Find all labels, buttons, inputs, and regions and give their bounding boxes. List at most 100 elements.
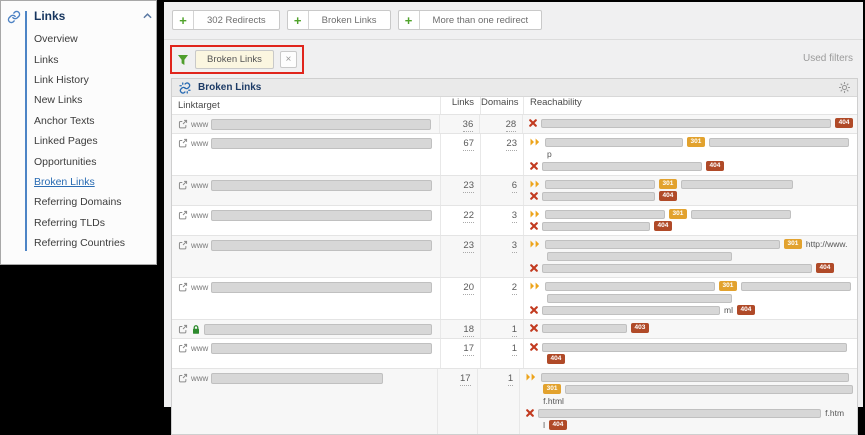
redacted-url-bar — [211, 119, 432, 130]
redirect-icon — [530, 138, 541, 146]
sidebar: Links Overview Links Link History New Links… — [0, 0, 157, 265]
reachability-line: f.htm — [526, 408, 853, 419]
active-filter-chip[interactable]: Broken Links — [195, 50, 274, 69]
reachability-line: l 404 — [543, 420, 853, 431]
external-link-icon[interactable] — [178, 180, 188, 190]
status-badge: 301 — [543, 384, 561, 394]
redacted-url-bar — [542, 342, 847, 352]
links-count[interactable]: 22 — [463, 210, 474, 223]
add-filter-button[interactable]: + More than one redirect — [397, 10, 543, 30]
domains-count[interactable]: 1 — [507, 373, 514, 386]
reachability-line: 404 — [530, 161, 853, 172]
redacted-url-bar — [545, 239, 780, 249]
table-row: www 17 1 301 f.html f.htm l 404 — [172, 368, 857, 434]
url-prefix: www — [191, 139, 209, 148]
sidebar-item-referring-domains[interactable]: Referring Domains — [34, 192, 154, 212]
external-link-icon[interactable] — [178, 324, 188, 334]
links-cell: 23 — [440, 236, 480, 277]
sidebar-item-links[interactable]: Links — [34, 49, 154, 69]
sidebar-item-referring-tlds[interactable]: Referring TLDs — [34, 213, 154, 233]
url-text-fragment: f.htm — [825, 408, 845, 418]
sidebar-item-linked-pages[interactable]: Linked Pages — [34, 131, 154, 151]
column-header-linktarget[interactable]: Linktarget — [172, 100, 440, 111]
domains-count[interactable]: 23 — [506, 138, 517, 151]
sidebar-item-anchor-texts[interactable]: Anchor Texts — [34, 111, 154, 131]
external-link-icon[interactable] — [178, 119, 188, 129]
add-filter-button[interactable]: +302 Redirects — [172, 10, 280, 30]
status-badge: 301 — [659, 179, 677, 189]
reachability-line: ml 404 — [530, 305, 853, 316]
table-row: www 23 6 301 404 — [172, 175, 857, 205]
domains-count[interactable]: 1 — [511, 343, 517, 356]
redirect-icon — [530, 180, 541, 188]
links-count[interactable]: 18 — [463, 324, 474, 337]
close-icon[interactable]: × — [279, 51, 297, 68]
filter-button-label: Broken Links — [321, 14, 377, 26]
linktarget-cell — [172, 320, 440, 338]
column-header-links[interactable]: Links — [440, 97, 480, 114]
external-link-icon[interactable] — [178, 210, 188, 220]
domains-count[interactable]: 6 — [511, 180, 517, 193]
links-count[interactable]: 17 — [463, 343, 474, 356]
main-panel: +302 Redirects + Broken Links + More than on… — [162, 0, 865, 435]
external-link-icon[interactable] — [178, 343, 188, 353]
reachability-cell: 404 — [522, 115, 857, 133]
used-filters-label[interactable]: Used filters — [803, 53, 853, 64]
error-icon — [530, 192, 538, 200]
sidebar-item-link-history[interactable]: Link History — [34, 70, 154, 90]
sidebar-item-referring-countries[interactable]: Referring Countries — [34, 233, 154, 253]
gear-icon[interactable] — [839, 82, 850, 93]
status-badge: 301 — [719, 281, 737, 291]
status-badge: 404 — [549, 420, 567, 430]
links-count[interactable]: 36 — [462, 119, 474, 132]
column-header-domains[interactable]: Domains — [480, 97, 523, 114]
reachability-line: 301 — [530, 281, 853, 292]
external-link-icon[interactable] — [178, 138, 188, 148]
links-cell: 23 — [440, 176, 480, 205]
external-link-icon[interactable] — [178, 373, 188, 383]
domains-count[interactable]: 2 — [511, 282, 517, 295]
add-filter-button[interactable]: + Broken Links — [286, 10, 391, 30]
redacted-url-bar — [211, 180, 432, 191]
external-link-icon[interactable] — [178, 282, 188, 292]
external-link-icon[interactable] — [178, 240, 188, 250]
domains-count[interactable]: 1 — [511, 324, 517, 337]
links-count[interactable]: 23 — [463, 180, 474, 193]
reachability-line: 404 — [530, 191, 853, 202]
url-prefix: www — [191, 211, 209, 220]
domains-count[interactable]: 3 — [511, 210, 517, 223]
domains-count[interactable]: 3 — [511, 240, 517, 253]
domains-count[interactable]: 28 — [505, 119, 517, 132]
redacted-url-bar — [547, 251, 732, 261]
redacted-url-bar — [541, 118, 832, 128]
reachability-line: 403 — [530, 323, 853, 334]
reachability-cell: 301 p 404 — [523, 134, 857, 175]
status-badge: 403 — [631, 323, 649, 333]
sidebar-item-overview[interactable]: Overview — [34, 29, 154, 49]
table-row: www 22 3 301 404 — [172, 205, 857, 235]
sidebar-item-new-links[interactable]: New Links — [34, 90, 154, 110]
links-count[interactable]: 17 — [459, 373, 471, 386]
error-icon — [530, 324, 538, 332]
url-prefix: www — [191, 181, 209, 190]
filter-button-label: More than one redirect — [432, 14, 529, 26]
links-count[interactable]: 67 — [463, 138, 474, 151]
annotation-highlight: Broken Links × — [170, 45, 304, 74]
status-badge: 404 — [654, 221, 672, 231]
domains-cell: 23 — [480, 134, 523, 175]
sidebar-nav: Overview Links Link History New Links Anchor… — [34, 29, 154, 253]
status-badge: 404 — [816, 263, 834, 273]
sidebar-item-opportunities[interactable]: Opportunities — [34, 151, 154, 171]
chevron-up-icon[interactable] — [143, 13, 152, 19]
links-count[interactable]: 23 — [463, 240, 474, 253]
redacted-url-bar — [545, 137, 683, 147]
column-header-reachability[interactable]: Reachability — [523, 97, 857, 114]
sidebar-item-broken-links[interactable]: Broken Links — [34, 172, 154, 192]
filter-funnel-icon — [177, 54, 189, 66]
domains-cell: 3 — [480, 206, 523, 235]
links-cell: 22 — [440, 206, 480, 235]
url-text-fragment: http://www. — [805, 239, 848, 249]
linktarget-cell: www — [172, 176, 440, 205]
table-row: www 20 2 301 ml 404 — [172, 277, 857, 319]
links-count[interactable]: 20 — [463, 282, 474, 295]
